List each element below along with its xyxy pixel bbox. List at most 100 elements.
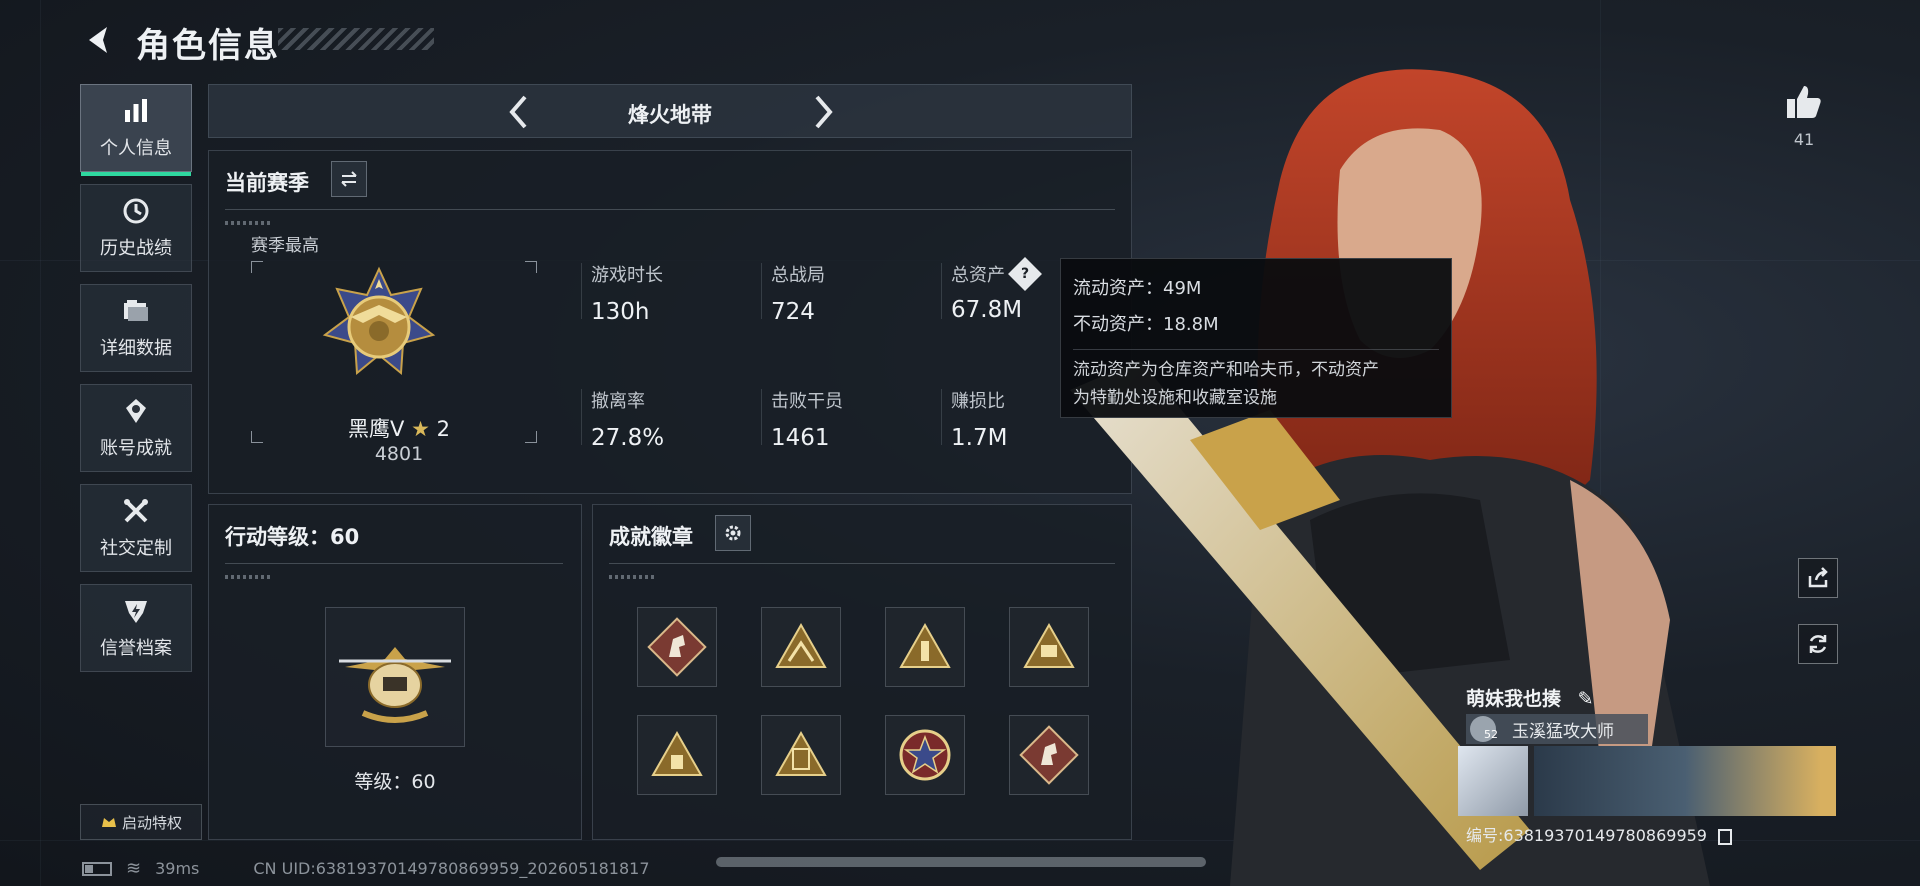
rank-stars: 2 (436, 417, 450, 441)
uid-text: CN UID:63819370149780869959_202605181817 (253, 859, 650, 878)
stat-extract-rate: 撤离率 27.8% (591, 387, 664, 451)
stat-value: 130h (591, 299, 650, 325)
stat-playtime: 游戏时长 130h (591, 261, 663, 325)
sidebar-item-personal-info[interactable]: 个人信息 (80, 84, 192, 176)
level-emblem-frame (325, 607, 465, 747)
sidebar-item-details[interactable]: 详细数据 (80, 284, 192, 372)
star-icon: ★ (411, 417, 430, 441)
triangle-badge-icon (651, 730, 703, 776)
rank-level: 52 (1484, 728, 1498, 741)
badge-triangle-5[interactable] (761, 715, 841, 795)
wifi-icon: ≋ (126, 858, 142, 879)
action-level-panel: 行动等级：60 等级：60 (208, 504, 582, 840)
stat-value: 1461 (771, 425, 830, 451)
rank-name: 黑鹰V (348, 417, 405, 441)
like-count: 41 (1793, 130, 1815, 149)
season-best-label: 赛季最高 (251, 236, 319, 256)
switch-season-button[interactable] (331, 161, 367, 197)
assets-tooltip: 流动资产：49M 不动资产：18.8M 流动资产为仓库资产和哈夫币，不动资产 为… (1060, 258, 1452, 418)
rank-emblem-icon (322, 266, 436, 376)
star-badge-icon (899, 729, 951, 781)
tooltip-desc-line: 为特勤处设施和收藏室设施 (1073, 388, 1277, 408)
rank-score: 4801 (374, 443, 424, 465)
season-panel: 当前赛季 赛季最高 黑鹰V ★ 2 4801 游戏时长 130h 总战局 724 (208, 150, 1132, 494)
season-title: 当前赛季 (225, 171, 309, 195)
tooltip-liquid: 流动资产：49M (1073, 278, 1202, 299)
sidebar-item-label: 详细数据 (100, 338, 172, 359)
share-button[interactable] (1798, 558, 1838, 598)
sidebar-item-reputation[interactable]: 信誉档案 (80, 584, 192, 672)
back-arrow-icon (89, 27, 107, 53)
title-decoration (278, 28, 434, 50)
stat-label: 赚损比 (951, 391, 1005, 412)
bar-chart-icon (125, 99, 147, 122)
status-bar: ≋ 39ms CN UID:63819370149780869959_20260… (82, 858, 650, 879)
player-name-card-banner (1534, 746, 1836, 816)
player-name: 萌妹我也揍 (1466, 688, 1562, 710)
privilege-icon (101, 818, 116, 827)
ping-value: 39ms (155, 859, 200, 878)
launch-privilege-button[interactable]: 启动特权 (80, 804, 202, 840)
sidebar-item-label: 个人信息 (100, 138, 172, 159)
stat-label: 总资产 (951, 265, 1005, 286)
edit-icon[interactable]: ✎ (1578, 688, 1594, 710)
badge-triangle-4[interactable] (637, 715, 717, 795)
helicopter-emblem-icon (339, 647, 451, 723)
stat-label: 游戏时长 (591, 265, 663, 286)
level-text: 等级：60 (354, 771, 436, 793)
mode-next-button[interactable] (803, 91, 843, 133)
stat-value: 27.8% (591, 425, 665, 451)
back-button[interactable] (78, 20, 118, 60)
tooltip-fixed: 不动资产：18.8M (1073, 314, 1219, 335)
badge-star[interactable] (885, 715, 965, 795)
triangle-badge-icon (775, 730, 827, 776)
rank-name-row: 黑鹰V ★ 2 (309, 413, 489, 443)
rank-title: 玉溪猛攻大师 (1512, 721, 1614, 742)
stat-value: 724 (771, 299, 815, 325)
badge-settings-button[interactable] (715, 515, 751, 551)
stat-label: 总战局 (771, 265, 825, 286)
sidebar-item-achievements[interactable]: 账号成就 (80, 384, 192, 472)
like-button[interactable] (1782, 80, 1826, 124)
tools-icon (124, 499, 148, 523)
player-avatar[interactable] (1458, 746, 1528, 816)
mode-selector: 烽火地带 (208, 84, 1132, 138)
refresh-button[interactable] (1798, 624, 1838, 664)
copy-icon[interactable] (1718, 828, 1733, 845)
stat-kills: 击败干员 1461 (771, 387, 843, 451)
badge-horse[interactable] (637, 607, 717, 687)
thumbs-up-icon (1787, 86, 1821, 118)
sidebar-item-label: 历史战绩 (100, 238, 172, 259)
player-rank-tag: 52 玉溪猛攻大师 (1466, 714, 1648, 744)
sidebar-item-label: 社交定制 (100, 538, 172, 559)
tooltip-desc-line: 流动资产为仓库资产和哈夫币，不动资产 (1073, 360, 1379, 380)
badge-triangle-1[interactable] (761, 607, 841, 687)
stat-profit-ratio: 赚损比 1.7M (951, 387, 1007, 451)
sidebar-item-history[interactable]: 历史战绩 (80, 184, 192, 272)
gear-icon (725, 525, 741, 541)
refresh-icon (1809, 635, 1827, 653)
badge-triangle-2[interactable] (885, 607, 965, 687)
triangle-badge-icon (775, 622, 827, 668)
tooltip-description: 流动资产为仓库资产和哈夫币，不动资产 为特勤处设施和收藏室设施 (1073, 349, 1439, 412)
page-title: 角色信息 (136, 26, 280, 66)
badges-title: 成就徽章 (609, 525, 693, 549)
battery-icon (82, 861, 112, 876)
folder-icon (124, 300, 148, 321)
player-id-row: 编号:63819370149780869959 (1466, 822, 1733, 846)
rank-level-icon: 52 (1470, 716, 1498, 742)
chevron-right-icon (815, 95, 833, 129)
stat-label: 击败干员 (771, 391, 843, 412)
stat-total-matches: 总战局 724 (771, 261, 825, 325)
clock-icon (123, 198, 149, 224)
player-id: 编号:63819370149780869959 (1466, 826, 1707, 845)
scrollbar[interactable] (716, 857, 1206, 867)
mode-title: 烽火地带 (628, 103, 712, 127)
shield-icon (125, 601, 147, 623)
stat-value: 1.7M (951, 425, 1008, 451)
horse-badge-icon (647, 617, 707, 677)
player-card-row (1458, 746, 1836, 816)
sidebar-item-social[interactable]: 社交定制 (80, 484, 192, 572)
player-name-row: 萌妹我也揍 ✎ (1466, 684, 1594, 711)
sidebar-item-label: 信誉档案 (100, 638, 172, 659)
